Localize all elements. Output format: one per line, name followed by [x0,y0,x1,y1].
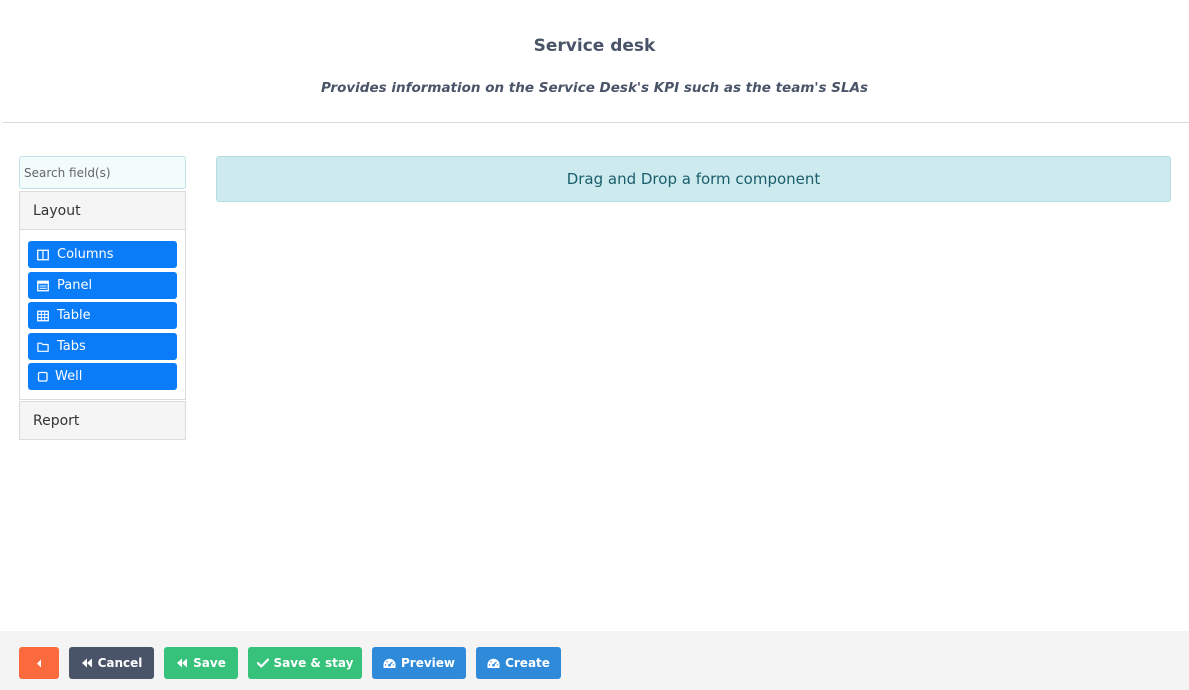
table-icon [37,310,49,322]
report-group-header[interactable]: Report [19,401,186,440]
create-button[interactable]: Create [476,647,561,679]
component-label: Tabs [57,339,86,354]
component-tabs[interactable]: Tabs [28,333,177,360]
page-subtitle: Provides information on the Service Desk… [320,80,869,96]
form-builder-page: Service desk Provides information on the… [0,0,1189,690]
caret-left-icon [36,659,42,668]
create-label: Create [505,656,550,670]
backward-icon [81,658,93,668]
dashboard-icon [383,658,396,669]
dashboard-icon [487,658,500,669]
cancel-label: Cancel [97,656,143,670]
backward-icon [176,658,188,668]
check-icon [256,658,269,668]
dropzone-text: Drag and Drop a form component [566,170,821,188]
preview-label: Preview [400,656,455,670]
layout-group-label: Layout [33,203,81,219]
component-table[interactable]: Table [28,302,177,329]
component-label: Columns [57,247,114,262]
layout-group-body: Columns Panel Table Tabs Well [19,230,186,400]
square-icon [37,371,49,383]
save-button[interactable]: Save [164,647,238,679]
header-divider [3,122,1189,123]
back-button[interactable] [19,647,59,679]
page-title: Service desk [533,36,656,56]
cancel-button[interactable]: Cancel [69,647,154,679]
action-footer: Cancel Save Save & stay Preview Create [0,631,1189,690]
report-group-label: Report [33,413,80,429]
search-fields-input[interactable] [19,156,186,189]
page-header: Service desk Provides information on the… [0,0,1189,123]
component-well[interactable]: Well [28,363,177,390]
columns-icon [37,249,49,261]
save-label: Save [193,656,226,670]
form-dropzone[interactable]: Drag and Drop a form component [216,156,1171,202]
preview-button[interactable]: Preview [372,647,466,679]
component-label: Well [55,369,83,384]
component-label: Panel [57,278,93,293]
save-and-stay-button[interactable]: Save & stay [248,647,362,679]
folder-icon [37,341,49,353]
component-panel[interactable]: Panel [28,272,177,299]
component-label: Table [57,308,91,323]
component-columns[interactable]: Columns [28,241,177,268]
panel-icon [37,280,49,292]
layout-group-header[interactable]: Layout [19,191,186,230]
save-stay-label: Save & stay [273,656,354,670]
